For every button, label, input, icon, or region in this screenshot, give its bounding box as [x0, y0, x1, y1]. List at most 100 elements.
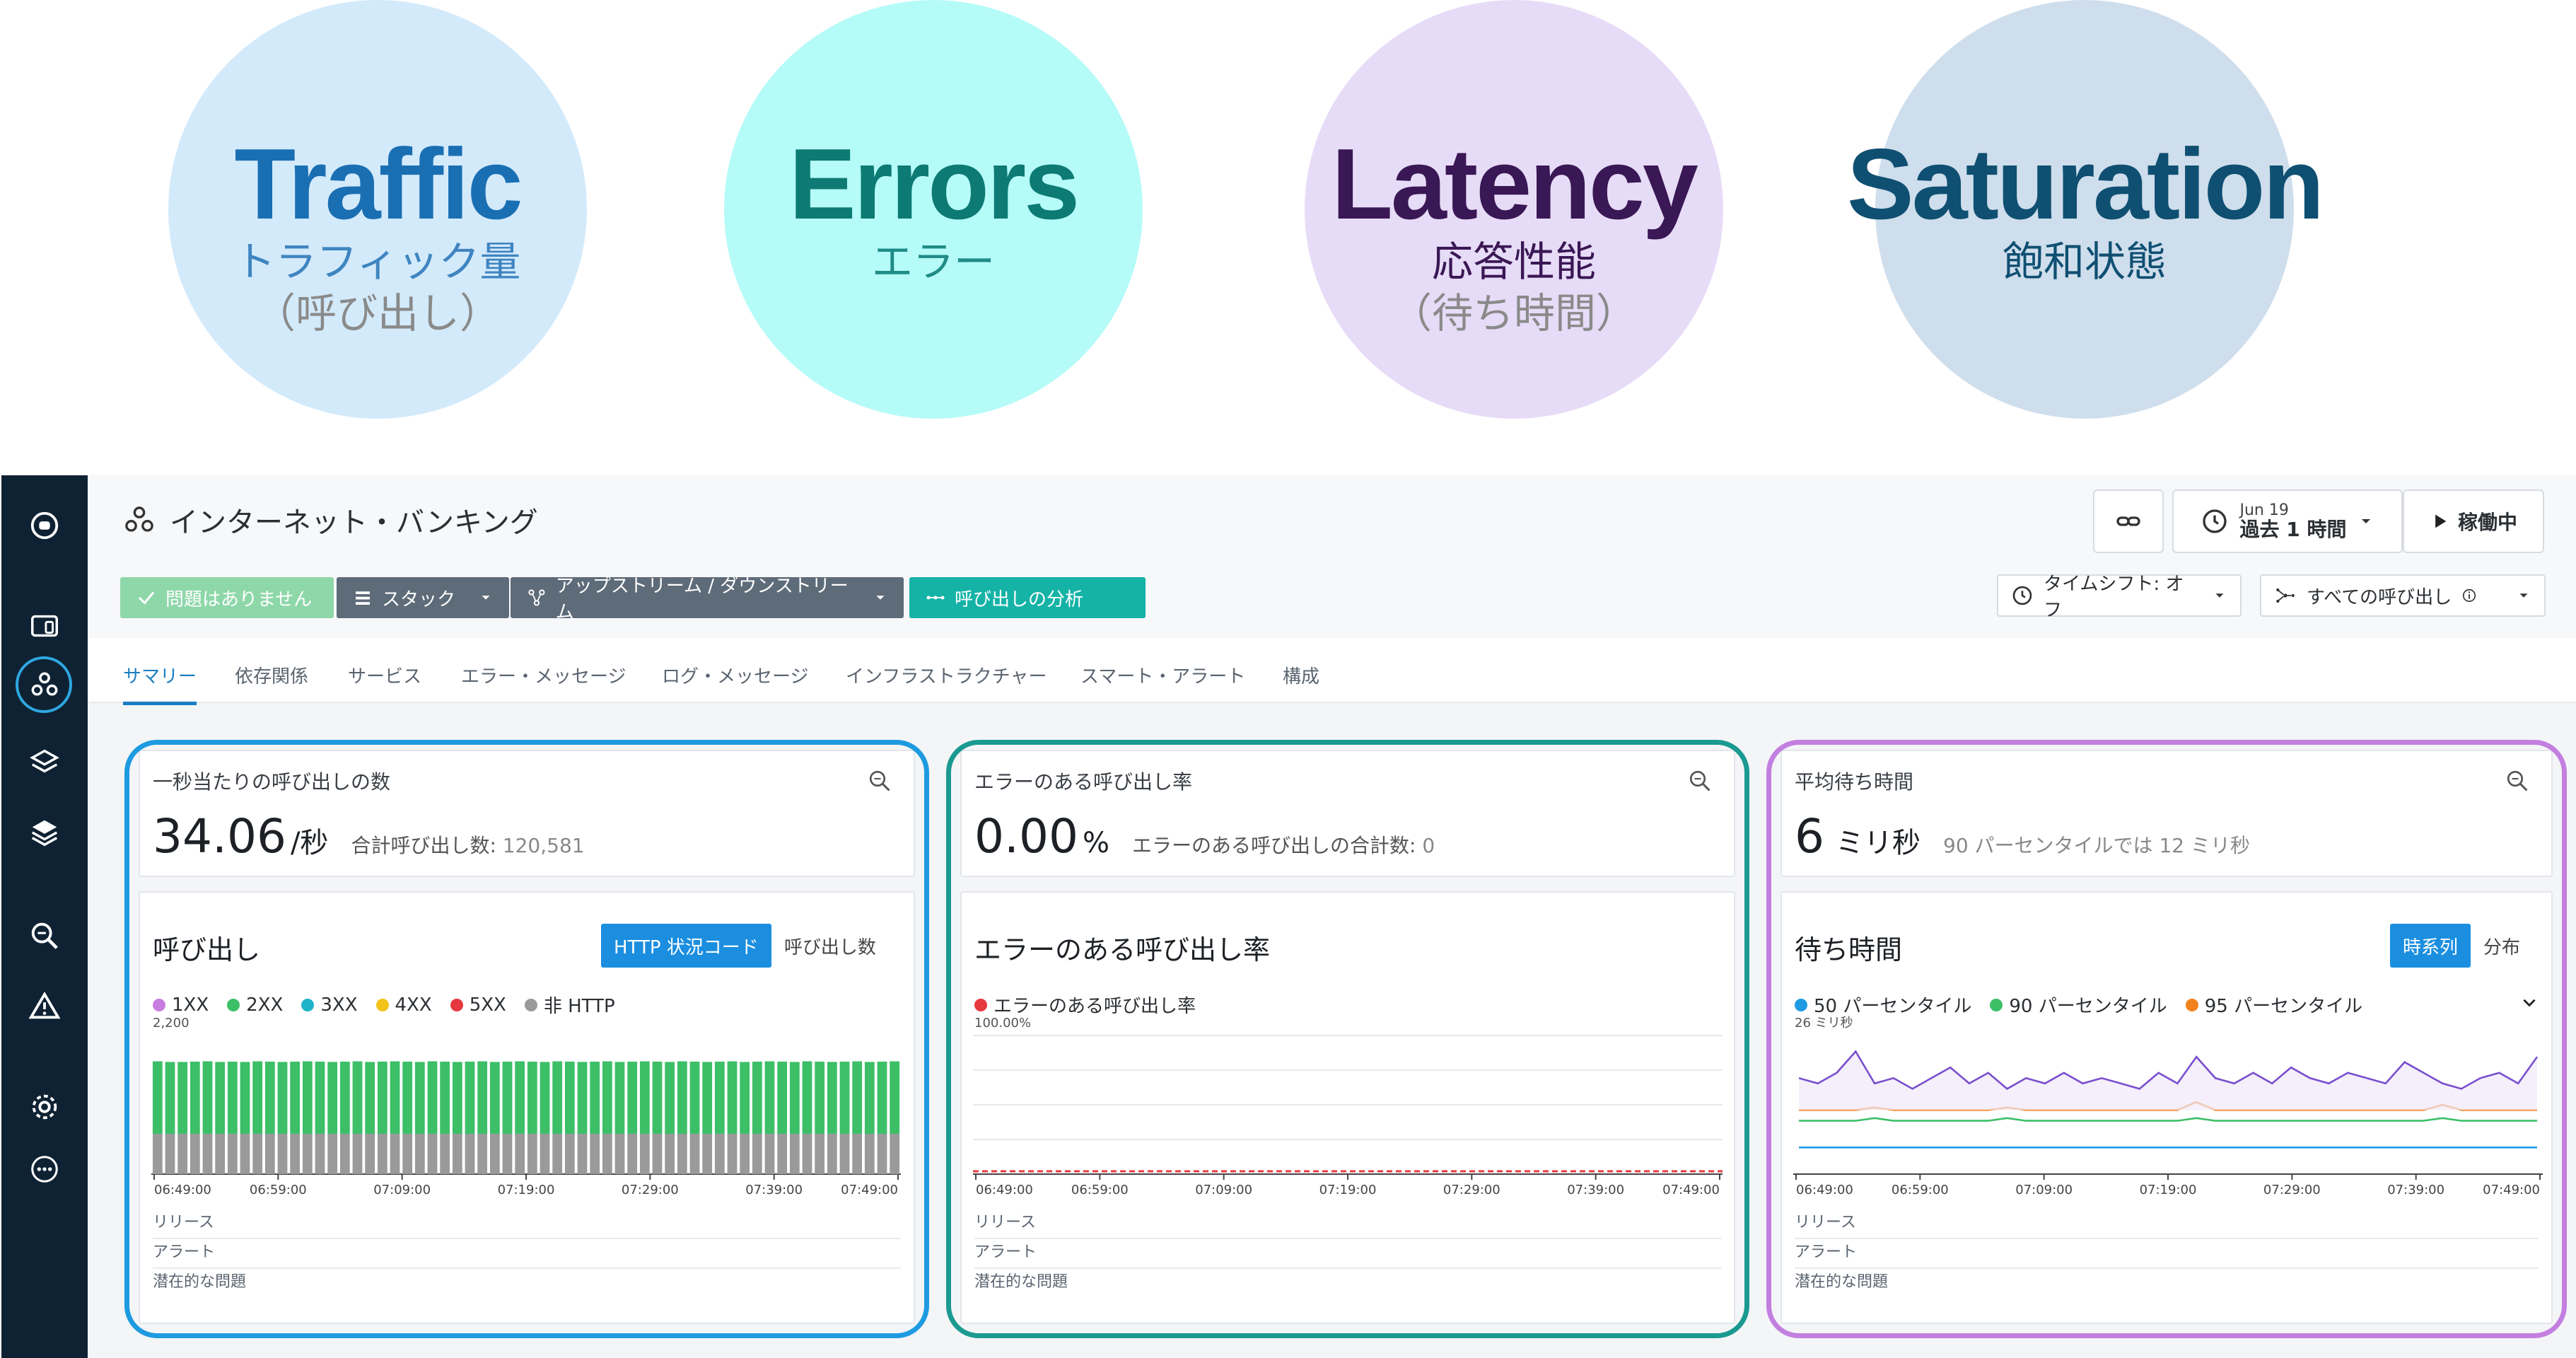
- tab-services[interactable]: サービス: [348, 662, 421, 688]
- more-icon[interactable]: [25, 1150, 64, 1188]
- traffic-title: Traffic: [234, 128, 523, 240]
- x-tick-label: 07:39:00: [1567, 1183, 1624, 1197]
- http-status-toggle[interactable]: HTTP 状況コード: [601, 924, 771, 968]
- alerts-row[interactable]: アラート: [974, 1239, 1721, 1269]
- live-button[interactable]: 稼働中: [2403, 489, 2544, 553]
- tab-dependencies[interactable]: 依存関係: [235, 662, 308, 688]
- latency-chart[interactable]: 26 ミリ秒 06:49:00 06:59:00 07:09:00 07:19:00 07…: [1793, 1014, 2543, 1198]
- distribution-toggle[interactable]: 分布: [2471, 924, 2533, 968]
- issues-row[interactable]: 潜在的な問題: [974, 1269, 1721, 1297]
- applications-icon[interactable]: [25, 666, 64, 704]
- zoom-icon[interactable]: [867, 768, 892, 794]
- status-chip[interactable]: 問題はありません: [120, 577, 334, 618]
- tab-configuration[interactable]: 構成: [1283, 662, 1319, 688]
- legend-item[interactable]: 1XX: [153, 994, 209, 1016]
- latency-panel: 平均待ち時間 6 ミリ秒 90 パーセンタイルでは 12 ミリ秒 待ち時間 時系列…: [1766, 740, 2567, 1338]
- bar-2xx: [502, 1061, 513, 1134]
- legend-item[interactable]: 3XX: [301, 994, 358, 1016]
- timeseries-toggle[interactable]: 時系列: [2390, 924, 2471, 968]
- chevron-down-icon[interactable]: [2520, 993, 2539, 1011]
- tab-error-messages[interactable]: エラー・メッセージ: [461, 662, 626, 688]
- calls-chart[interactable]: 2,200 06:49:00 06:59:00 07:09:00 07:19:00 07:…: [151, 1014, 901, 1198]
- errors-stat-value: 0.00% エラーのある呼び出しの合計数: 0: [974, 809, 1435, 864]
- legend-swatch: [2185, 998, 2198, 1011]
- issues-row[interactable]: 潜在的な問題: [153, 1269, 901, 1297]
- tab-log-messages[interactable]: ログ・メッセージ: [662, 662, 808, 688]
- traffic-note: （呼び出し）: [254, 289, 501, 337]
- errors-subtitle: エラー: [871, 238, 995, 286]
- errors-unit: %: [1082, 827, 1109, 859]
- bar-non-http: [202, 1133, 213, 1174]
- infrastructure-icon[interactable]: [25, 813, 64, 852]
- bar-2xx: [264, 1061, 275, 1134]
- x-tick-label: 06:49:00: [154, 1183, 211, 1197]
- bar-2xx: [839, 1061, 850, 1134]
- tab-infrastructure[interactable]: インフラストラクチャー: [846, 662, 1047, 688]
- zoom-icon[interactable]: [1687, 768, 1713, 794]
- logo-icon[interactable]: [25, 506, 64, 545]
- errors-circle: Errors エラー: [724, 0, 1143, 419]
- alerts-row[interactable]: アラート: [153, 1239, 901, 1269]
- analytics-icon[interactable]: [25, 917, 64, 955]
- releases-row[interactable]: リリース: [153, 1209, 901, 1239]
- link-icon: [2116, 516, 2140, 526]
- bar-non-http: [540, 1133, 550, 1174]
- websites-icon[interactable]: [25, 607, 64, 645]
- x-tick-label: 06:59:00: [1071, 1183, 1129, 1197]
- bar-2xx: [414, 1062, 425, 1134]
- bar-2xx: [315, 1061, 325, 1134]
- upstream-downstream-dropdown[interactable]: アップストリーム / ダウンストリーム: [511, 576, 904, 623]
- alerts-row[interactable]: アラート: [1795, 1239, 2539, 1269]
- calls-unit: /秒: [290, 827, 329, 859]
- traffic-subtitle: トラフィック量: [234, 238, 521, 286]
- y-max-label: 26 ミリ秒: [1795, 1016, 1853, 1031]
- bar-2xx: [377, 1061, 387, 1134]
- calls-filter-icon: [2276, 588, 2295, 603]
- settings-icon[interactable]: [25, 1088, 64, 1126]
- issues-row[interactable]: 潜在的な問題: [1795, 1269, 2539, 1297]
- bar-non-http: [352, 1133, 363, 1174]
- legend-item[interactable]: 4XX: [375, 994, 432, 1016]
- releases-row[interactable]: リリース: [1795, 1209, 2539, 1239]
- bar-2xx: [152, 1061, 163, 1134]
- call-count-toggle[interactable]: 呼び出し数: [771, 924, 889, 968]
- tab-summary[interactable]: サマリー: [123, 662, 197, 705]
- bar-2xx: [789, 1062, 800, 1134]
- copy-link-button[interactable]: [2093, 489, 2164, 553]
- bar-2xx: [552, 1061, 563, 1134]
- chevron-down-icon: [2215, 593, 2224, 598]
- bar-non-http: [465, 1133, 475, 1174]
- bar-2xx: [752, 1061, 762, 1134]
- latency-p90-value: 12 ミリ秒: [2159, 834, 2250, 857]
- stack-dropdown[interactable]: スタック: [337, 577, 509, 618]
- platforms-icon[interactable]: [25, 743, 64, 781]
- bar-2xx: [702, 1062, 713, 1134]
- info-icon[interactable]: [2461, 588, 2477, 603]
- errors-stat-label: エラーのある呼び出し率: [974, 770, 1193, 794]
- time-range-picker[interactable]: Jun 19 過去 1 時間: [2172, 489, 2403, 553]
- alerts-icon[interactable]: [25, 987, 64, 1026]
- errors-chart[interactable]: 100.00% 06:49:00 06:59:00 07:09:00 07:19:00 0…: [973, 1014, 1723, 1198]
- play-icon: [2435, 514, 2447, 528]
- legend-label: 4XX: [395, 994, 432, 1016]
- call-analysis-button[interactable]: 呼び出しの分析: [909, 577, 1146, 618]
- bar-non-http: [602, 1133, 612, 1174]
- bar-2xx: [727, 1061, 738, 1134]
- timeshift-dropdown[interactable]: タイムシフト: オフ: [1997, 574, 2242, 621]
- bar-2xx: [452, 1062, 462, 1134]
- bar-non-http: [377, 1133, 387, 1174]
- errors-total-label: エラーのある呼び出しの合計数:: [1131, 834, 1416, 857]
- x-tick-label: 07:09:00: [1195, 1183, 1252, 1197]
- bar-2xx: [890, 1061, 900, 1134]
- bar-2xx: [402, 1061, 413, 1134]
- tab-smart-alerts[interactable]: スマート・アラート: [1080, 662, 1245, 688]
- calls-filter-dropdown[interactable]: すべての呼び出し: [2260, 574, 2546, 617]
- releases-row[interactable]: リリース: [974, 1209, 1721, 1239]
- zoom-icon[interactable]: [2505, 768, 2530, 794]
- legend-item[interactable]: 2XX: [227, 994, 283, 1016]
- upstream-downstream-label: アップストリーム / ダウンストリーム: [555, 576, 849, 623]
- legend-item[interactable]: 5XX: [450, 994, 506, 1016]
- latency-chart-card: 待ち時間 時系列 分布 50 パーセンタイル 90 パーセンタイル 95 パーセンタ…: [1781, 891, 2553, 1324]
- legend-swatch: [1795, 998, 1807, 1011]
- bar-2xx: [714, 1061, 725, 1134]
